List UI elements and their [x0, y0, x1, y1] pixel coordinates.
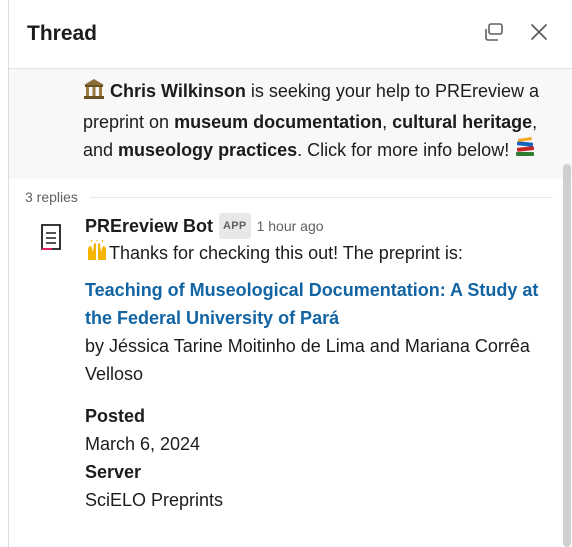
parent-author[interactable]: Chris Wilkinson: [110, 81, 246, 101]
parent-message: Chris Wilkinson is seeking your help to …: [9, 69, 572, 179]
parent-text-2: . Click for more info below!: [297, 140, 515, 160]
reply-intro: Thanks for checking this out! The prepri…: [109, 243, 463, 263]
replies-count: 3 replies: [25, 189, 78, 205]
topic-3: museology practices: [118, 140, 298, 160]
open-window-button[interactable]: [481, 22, 505, 46]
server-value: SciELO Preprints: [85, 490, 224, 510]
scrollbar[interactable]: [563, 164, 571, 547]
reply-intro-row: Thanks for checking this out! The prepri…: [85, 239, 557, 270]
reply-body: PREreview Bot APP 1 hour ago Thanks for …: [85, 213, 557, 514]
thread-scroller[interactable]: Chris Wilkinson is seeking your help to …: [9, 69, 572, 547]
close-button[interactable]: [527, 22, 551, 46]
preprint-authors: by Jéssica Tarine Moitinho de Lima and M…: [85, 336, 530, 384]
server-label: Server: [85, 462, 142, 482]
thread-header: Thread: [9, 0, 572, 69]
header-actions: [481, 22, 551, 46]
preprint-link[interactable]: Teaching of Museological Documentation: …: [85, 276, 557, 332]
topic-1: museum documentation: [174, 112, 383, 132]
close-icon: [530, 23, 548, 46]
sender-name[interactable]: PREreview Bot: [85, 214, 213, 238]
topic-2: cultural heritage: [392, 112, 533, 132]
classical-building-icon: [83, 78, 105, 108]
app-badge: APP: [219, 213, 251, 239]
posted-label: Posted: [85, 406, 146, 426]
open-window-icon: [482, 22, 504, 47]
separator-1: ,: [382, 112, 393, 132]
document-icon: [40, 223, 62, 256]
thread-title: Thread: [27, 22, 98, 45]
reply-meta: PREreview Bot APP 1 hour ago: [85, 213, 557, 239]
divider-line: [89, 196, 553, 198]
timestamp[interactable]: 1 hour ago: [257, 214, 324, 238]
books-icon: [514, 137, 536, 167]
replies-divider: 3 replies: [9, 179, 572, 209]
thread-panel: Thread Chris Wilkinson is seeking your h…: [8, 0, 572, 547]
avatar[interactable]: [33, 223, 69, 259]
posted-value: March 6, 2024: [85, 434, 201, 454]
raising-hands-icon: [85, 239, 109, 270]
reply-message: PREreview Bot APP 1 hour ago Thanks for …: [9, 209, 572, 514]
